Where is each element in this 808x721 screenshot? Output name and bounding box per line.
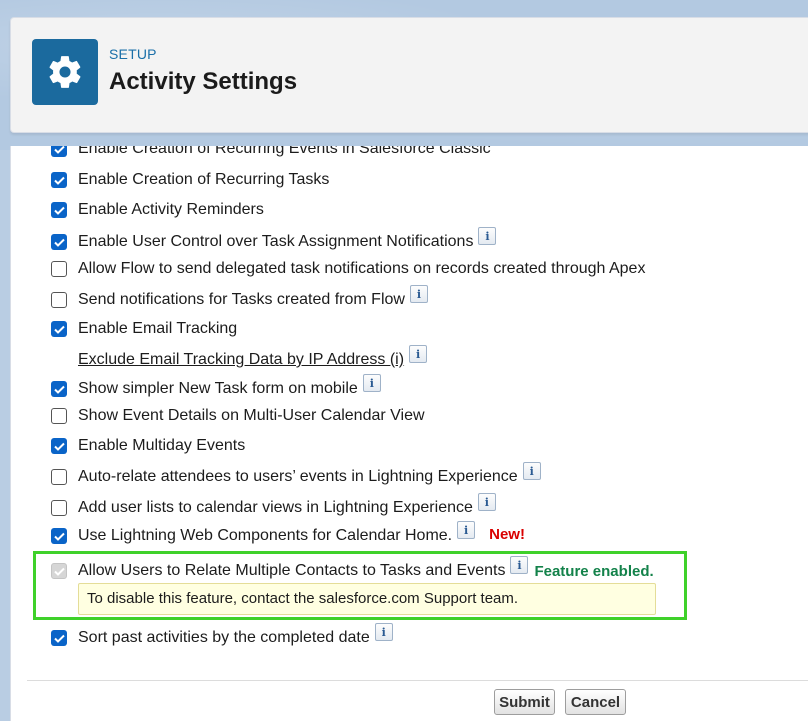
setting-task-assignment-notifications: Enable User Control over Task Assignment… xyxy=(51,227,497,251)
setting-label: Sort past activities by the completed da… xyxy=(78,629,370,646)
checkbox[interactable] xyxy=(51,234,67,250)
setting-label: Enable Creation of Recurring Events in S… xyxy=(78,146,491,157)
setting-exclude-tracking-ip: Exclude Email Tracking Data by IP Addres… xyxy=(78,345,428,369)
setting-lwc-calendar-home: Use Lightning Web Components for Calenda… xyxy=(51,521,525,545)
setting-label: Auto-relate attendees to users’ events i… xyxy=(78,468,518,485)
setting-sort-by-completed-date: Sort past activities by the completed da… xyxy=(51,623,393,647)
settings-panel: Enable Creation of Recurring Events in S… xyxy=(10,146,808,721)
checkbox[interactable] xyxy=(51,146,67,157)
setting-multi-user-calendar: Show Event Details on Multi-User Calenda… xyxy=(51,407,425,425)
gear-icon xyxy=(49,56,81,88)
setting-flow-task-notifications: Send notifications for Tasks created fro… xyxy=(51,285,428,309)
info-icon[interactable]: i xyxy=(522,462,541,480)
checkbox[interactable] xyxy=(51,408,67,424)
setting-label: Show simpler New Task form on mobile xyxy=(78,380,358,397)
divider xyxy=(27,680,808,681)
setup-gear-tile xyxy=(32,39,98,105)
setting-email-tracking: Enable Email Tracking xyxy=(51,320,237,338)
checkbox[interactable] xyxy=(51,202,67,218)
info-icon[interactable]: i xyxy=(409,285,428,303)
checkbox[interactable] xyxy=(51,528,67,544)
submit-button[interactable]: Submit xyxy=(494,689,555,715)
setting-label: Enable Activity Reminders xyxy=(78,201,264,218)
new-badge: New! xyxy=(489,525,525,543)
page-title: Activity Settings xyxy=(109,68,298,95)
checkbox[interactable] xyxy=(51,172,67,188)
breadcrumb-setup: SETUP xyxy=(109,46,157,62)
checkbox[interactable] xyxy=(51,469,67,485)
info-icon[interactable]: i xyxy=(477,493,496,511)
setting-simpler-task-form: Show simpler New Task form on mobile i xyxy=(51,374,381,398)
info-icon[interactable]: i xyxy=(409,345,428,363)
setting-label: Show Event Details on Multi-User Calenda… xyxy=(78,407,425,424)
checkbox[interactable] xyxy=(51,630,67,646)
feature-enabled-status: Feature enabled. xyxy=(534,562,654,580)
setting-recurring-events-classic: Enable Creation of Recurring Events in S… xyxy=(51,146,491,158)
disable-feature-note: To disable this feature, contact the sal… xyxy=(78,583,656,615)
info-icon[interactable]: i xyxy=(478,227,497,245)
setting-label: Send notifications for Tasks created fro… xyxy=(78,291,405,308)
checkbox[interactable] xyxy=(51,438,67,454)
info-icon[interactable]: i xyxy=(362,374,381,392)
checkbox-disabled xyxy=(51,563,67,579)
setting-label: Enable User Control over Task Assignment… xyxy=(78,233,474,250)
checkbox[interactable] xyxy=(51,500,67,516)
setting-label: Use Lightning Web Components for Calenda… xyxy=(78,527,453,544)
setting-flow-delegated-notifications: Allow Flow to send delegated task notifi… xyxy=(51,260,645,278)
setting-auto-relate-attendees: Auto-relate attendees to users’ events i… xyxy=(51,462,541,486)
setting-label: Allow Flow to send delegated task notifi… xyxy=(78,260,646,277)
setting-label: Enable Email Tracking xyxy=(78,320,238,337)
exclude-ip-link[interactable]: Exclude Email Tracking Data by IP Addres… xyxy=(78,351,404,369)
setting-activity-reminders: Enable Activity Reminders xyxy=(51,201,264,219)
info-icon[interactable]: i xyxy=(510,556,529,574)
info-icon[interactable]: i xyxy=(457,521,476,539)
checkbox[interactable] xyxy=(51,261,67,277)
setting-label: Add user lists to calendar views in Ligh… xyxy=(78,499,473,516)
setting-shared-activities: Allow Users to Relate Multiple Contacts … xyxy=(51,556,654,580)
setting-user-lists-calendar: Add user lists to calendar views in Ligh… xyxy=(51,493,496,517)
setting-label: Allow Users to Relate Multiple Contacts … xyxy=(78,562,506,579)
cancel-button[interactable]: Cancel xyxy=(565,689,626,715)
checkbox[interactable] xyxy=(51,321,67,337)
setting-recurring-tasks: Enable Creation of Recurring Tasks xyxy=(51,171,329,189)
info-icon[interactable]: i xyxy=(374,623,393,641)
checkbox[interactable] xyxy=(51,292,67,308)
setting-label: Enable Multiday Events xyxy=(78,437,246,454)
setting-label: Enable Creation of Recurring Tasks xyxy=(78,171,330,188)
page-header: SETUP Activity Settings xyxy=(10,17,808,133)
setting-multiday-events: Enable Multiday Events xyxy=(51,437,245,455)
checkbox[interactable] xyxy=(51,381,67,397)
